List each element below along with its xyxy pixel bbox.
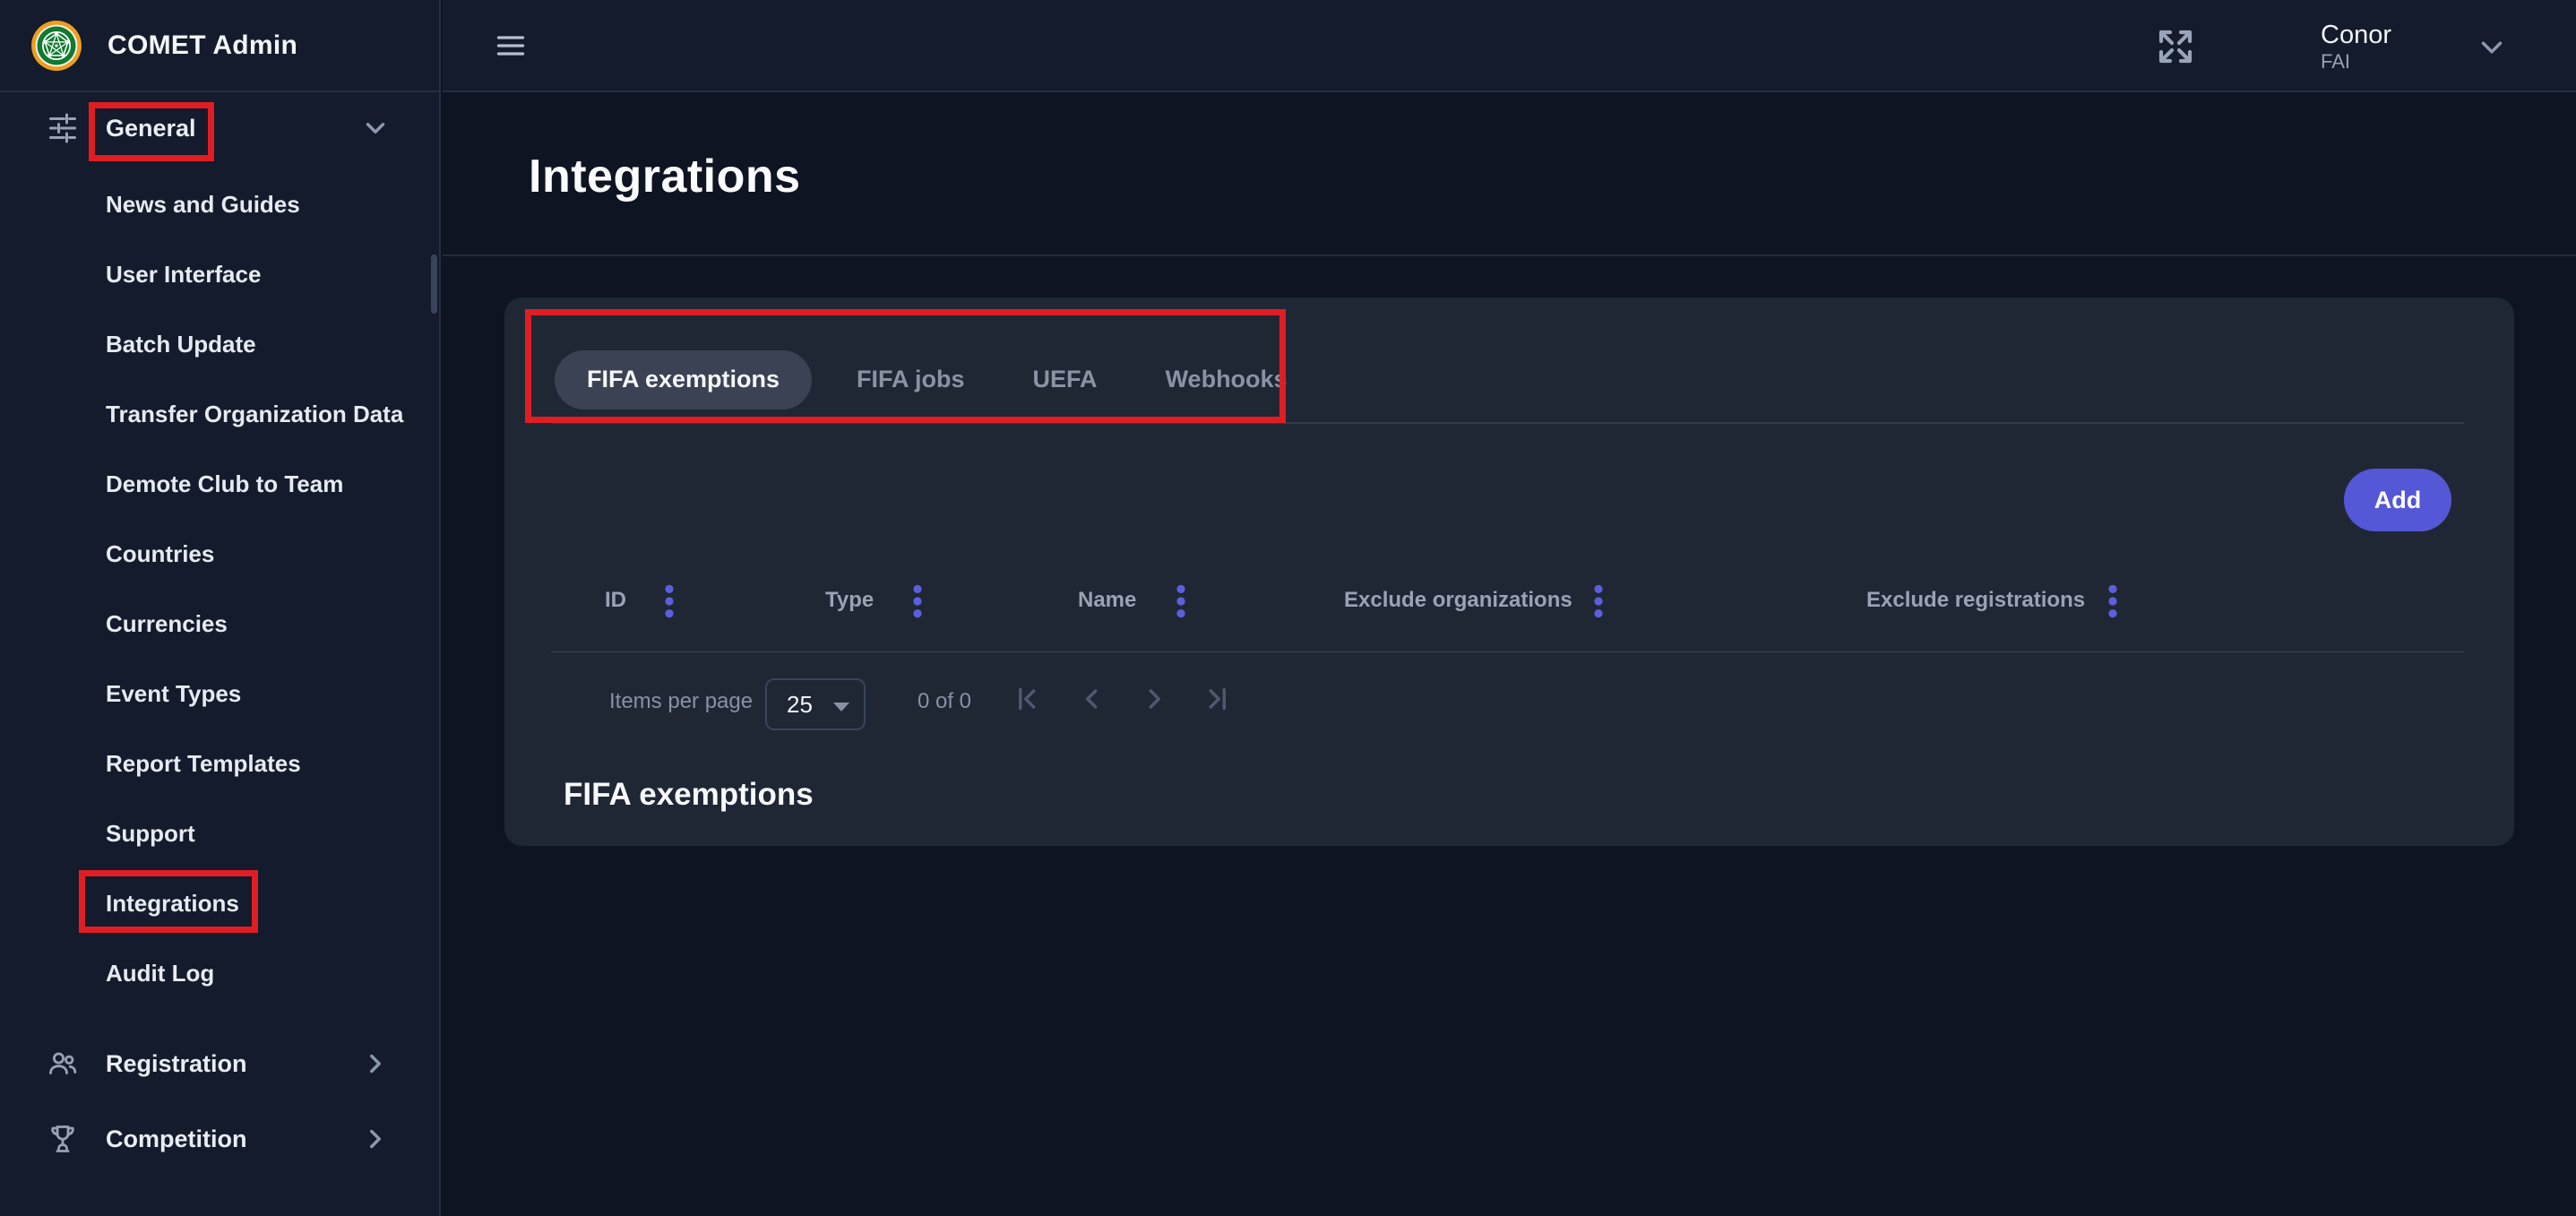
sidebar-item-support[interactable]: Support [0,798,439,868]
sidebar-item-demote-club-to-team[interactable]: Demote Club to Team [0,449,439,519]
table-header-row: ID Type Name Exclude organizations Exclu… [504,581,2514,622]
sidebar-item-registration[interactable]: Registration [0,1026,439,1101]
tab-bar-underline [551,422,2464,424]
sub-item-label: Transfer Organization Data [106,401,403,428]
section-title: FIFA exemptions [564,777,814,813]
sub-item-label: Report Templates [106,750,301,778]
sub-item-label: User Interface [106,261,261,289]
sidebar: COMET Admin General News and Guides User… [0,0,441,1216]
sidebar-item-event-types[interactable]: Event Types [0,659,439,729]
sidebar-item-user-interface[interactable]: User Interface [0,239,439,309]
app-brand: COMET Admin [0,0,439,92]
comet-logo-icon [30,20,82,72]
chevron-right-icon [360,1048,391,1079]
page-title: Integrations [529,150,801,203]
chevron-right-icon [360,1124,391,1154]
chevron-down-icon[interactable] [2475,30,2509,65]
sub-item-label: Integrations [106,890,239,918]
first-page-icon[interactable] [1012,683,1044,715]
page-header: Integrations [443,92,2576,256]
user-organization: FAI [2321,50,2391,73]
sidebar-gap [0,1008,439,1026]
app-title: COMET Admin [108,30,297,61]
user-info: Conor FAI [2321,20,2391,73]
fullscreen-icon[interactable] [2154,25,2197,68]
sub-item-label: Demote Club to Team [106,470,343,498]
table-divider [551,651,2464,652]
column-menu-dots-icon[interactable] [2106,582,2120,620]
column-menu-dots-icon[interactable] [1174,582,1188,620]
integrations-card: FIFA exemptions FIFA jobs UEFA Webhooks … [504,298,2514,846]
tab-label: FIFA exemptions [587,366,780,393]
sidebar-item-currencies[interactable]: Currencies [0,589,439,659]
add-button[interactable]: Add [2344,469,2451,531]
tab-fifa-jobs[interactable]: FIFA jobs [823,350,999,410]
sidebar-item-batch-update[interactable]: Batch Update [0,309,439,379]
column-header-exclude-registrations: Exclude registrations [1866,588,2085,613]
sidebar-item-transfer-organization-data[interactable]: Transfer Organization Data [0,379,439,449]
column-menu-dots-icon[interactable] [1591,582,1606,620]
sub-item-label: News and Guides [106,191,300,219]
sidebar-item-label: Competition [106,1125,246,1153]
sidebar-item-label: General [106,115,196,142]
column-header-name: Name [1078,588,1136,613]
chevron-down-icon [360,113,391,143]
tab-uefa[interactable]: UEFA [999,350,1132,410]
tab-label: FIFA jobs [857,366,965,393]
sub-item-label: Currencies [106,610,228,638]
sidebar-scrollbar-thumb[interactable] [431,254,437,314]
topbar: Conor FAI [443,0,2576,92]
sub-item-label: Event Types [106,680,241,708]
sidebar-item-label: Registration [106,1050,247,1078]
sidebar-item-general[interactable]: General [0,92,439,164]
column-header-id: ID [605,588,626,613]
next-page-icon[interactable] [1138,683,1170,715]
trophy-icon [47,1123,79,1155]
page-size-value: 25 [787,691,813,719]
sidebar-item-audit-log[interactable]: Audit Log [0,938,439,1008]
sidebar-item-news-and-guides[interactable]: News and Guides [0,169,439,239]
caret-down-icon [833,703,849,711]
sub-item-label: Support [106,820,195,848]
user-name: Conor [2321,20,2391,50]
tab-label: Webhooks [1166,366,1288,393]
items-per-page-label: Items per page [609,689,753,714]
previous-page-icon[interactable] [1076,683,1108,715]
column-header-exclude-organizations: Exclude organizations [1344,588,1572,613]
people-icon [47,1048,79,1080]
sidebar-item-competition[interactable]: Competition [0,1101,439,1177]
tab-fifa-exemptions[interactable]: FIFA exemptions [555,350,812,410]
sub-item-label: Audit Log [106,960,214,987]
sub-item-label: Batch Update [106,331,256,358]
column-menu-dots-icon[interactable] [662,582,676,620]
page-size-select[interactable]: 25 [765,678,866,730]
sidebar-general-sublist: News and Guides User Interface Batch Upd… [0,164,439,1008]
page-range-label: 0 of 0 [912,689,977,714]
tune-icon [47,112,79,144]
tab-webhooks[interactable]: Webhooks [1132,350,1322,410]
tab-bar: FIFA exemptions FIFA jobs UEFA Webhooks [555,337,2464,422]
main-content: Integrations FIFA exemptions FIFA jobs U… [443,92,2576,1216]
column-menu-dots-icon[interactable] [910,582,925,620]
menu-hamburger-icon[interactable] [494,30,528,62]
sidebar-item-countries[interactable]: Countries [0,519,439,589]
column-header-type: Type [825,588,874,613]
last-page-icon[interactable] [1201,683,1233,715]
sidebar-item-integrations[interactable]: Integrations [0,868,439,938]
tab-label: UEFA [1033,366,1098,393]
sidebar-item-report-templates[interactable]: Report Templates [0,729,439,798]
sub-item-label: Countries [106,540,214,568]
